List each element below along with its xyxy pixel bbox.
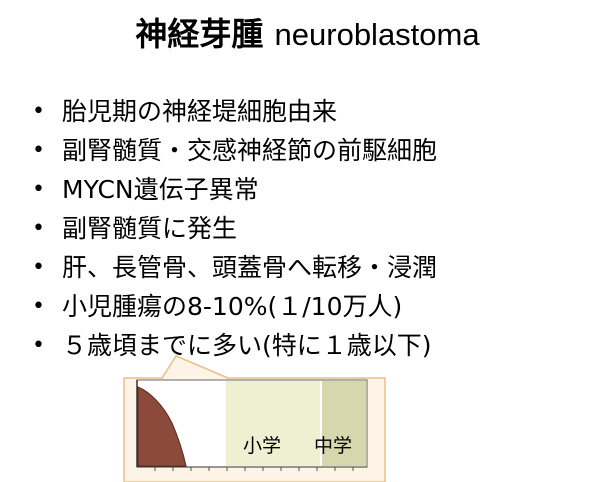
slide: 神経芽腫 neuroblastoma • 胎児期の神経堤細胞由来 • 副腎髄質・交感…	[0, 0, 615, 482]
middle-school-label: 中学	[314, 435, 352, 457]
elementary-school-label: 小学	[243, 435, 281, 457]
age-incidence-chart: 小学 中学	[123, 355, 386, 482]
